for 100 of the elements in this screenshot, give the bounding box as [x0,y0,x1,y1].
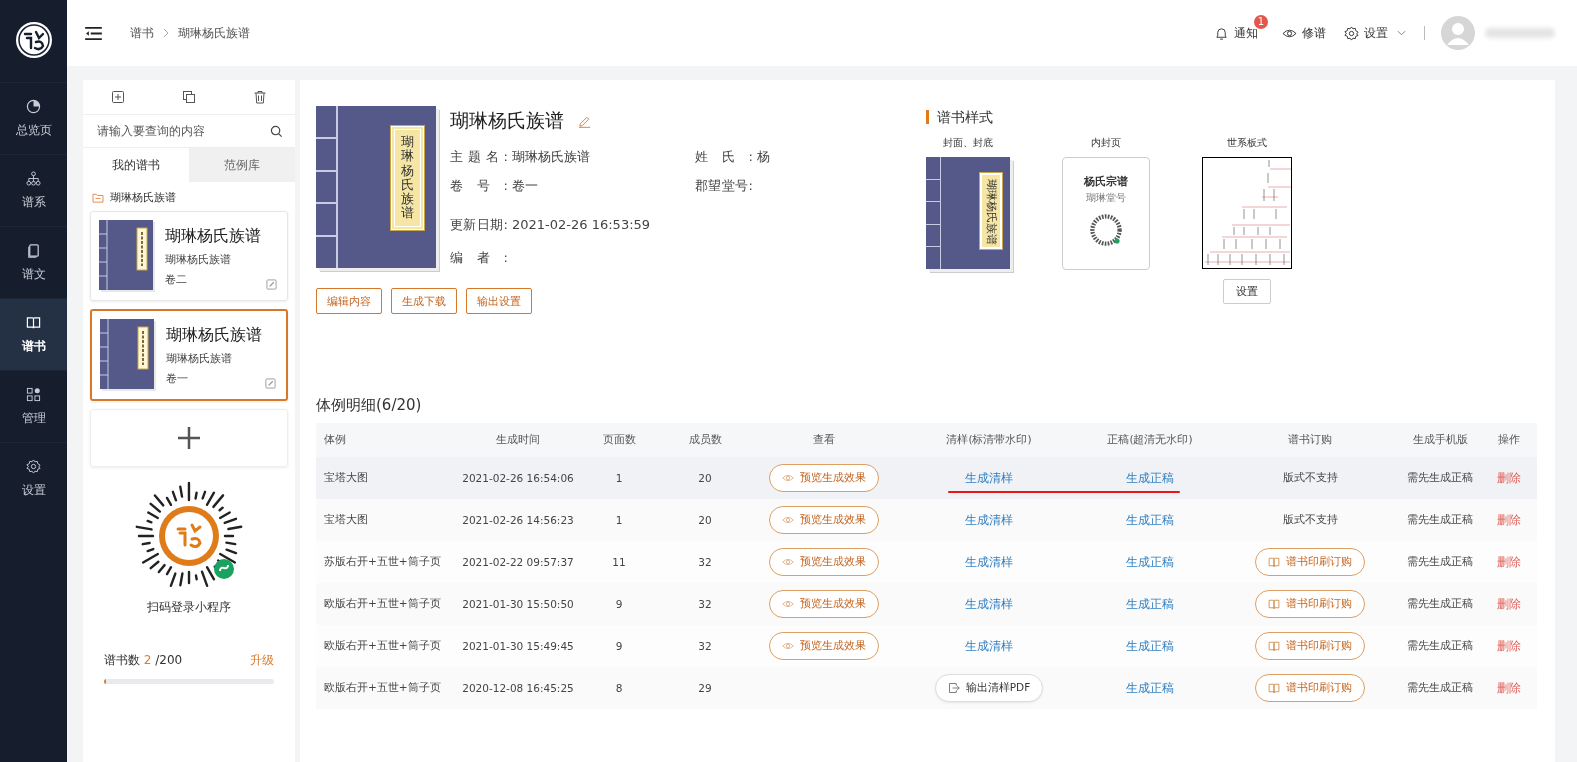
preview-button[interactable]: 预览生成效果 [769,464,879,492]
breadcrumb-current: 瑚琳杨氏族谱 [178,24,250,42]
book-icon [1268,640,1280,652]
style-label: 封面、封底 [943,136,993,150]
field-value: 瑚琳杨氏族谱 [512,147,590,166]
print-order-button[interactable]: 谱书印刷订购 [1255,632,1365,660]
search-icon [270,124,283,138]
generate-sample-link[interactable]: 生成清样 [965,637,1013,655]
add-file-icon[interactable] [111,90,126,104]
table-cell-text: 8 [614,682,624,694]
delete-link[interactable]: 删除 [1496,679,1521,697]
copy-icon[interactable] [182,90,196,104]
pie-chart-icon [26,98,41,114]
generate-sample-link[interactable]: 生成清样 [965,595,1013,613]
table-cell-text: 需先生成正稿 [1406,681,1474,695]
table-row[interactable]: 宝塔大图 2021-02-26 16:54:06 1 20 预览生成效果 生成清样 生成正稿 版式不支持 需先生成正稿 删除 [316,457,1537,499]
field-label: 编者: [450,248,508,267]
table-cell-text: 2020-12-08 16:45:25 [461,682,575,694]
preview-button[interactable]: 预览生成效果 [769,590,879,618]
generate-final-link[interactable]: 生成正稿 [1126,595,1174,613]
delete-link[interactable]: 删除 [1496,511,1521,529]
library-tab[interactable]: 范例库 [189,148,295,182]
generate-final-link[interactable]: 生成正稿 [1126,553,1174,571]
table-cell-text: 需先生成正稿 [1406,513,1474,527]
book-subtitle: 瑚琳杨氏族谱 [166,350,233,366]
logo-icon [13,20,54,60]
book-count: 谱书数 2 /200 [104,652,183,669]
table-cell-text: 2021-02-26 14:56:23 [461,514,575,526]
preview-button[interactable]: 预览生成效果 [769,548,879,576]
preview-button[interactable]: 预览生成效果 [769,632,879,660]
trash-icon[interactable] [252,90,267,104]
print-order-button[interactable]: 谱书印刷订购 [1255,674,1365,702]
generate-final-link[interactable]: 生成正稿 [1126,469,1174,487]
settings-dropdown[interactable]: 设置 [1344,24,1406,42]
table-row[interactable]: 欧版右开+五世+筒子页 2021-01-30 15:50:50 9 32 预览生成效果 生成清样 生成正稿 谱书印刷订购 需先生成正稿 删除 [316,583,1537,625]
upgrade-link[interactable]: 升级 [250,652,274,669]
table-cell-text: 32 [697,640,713,652]
settings-button[interactable]: 设置 [1223,279,1271,304]
table-cell-text: 20 [697,472,713,484]
inner-cover-heading: 杨氏宗谱 [1084,174,1128,189]
qr-caption: 扫码登录小程序 [146,599,232,616]
action-button[interactable]: 输出设置 [466,288,532,314]
book-card[interactable]: 瑚琳杨氏族谱 瑚琳杨氏族谱 卷一 [90,309,288,401]
inner-cover-preview[interactable]: 杨氏宗谱 瑚琳堂号 [1062,157,1150,270]
revise-button[interactable]: 修谱 [1282,24,1326,42]
hierarchy-icon [26,170,41,186]
table-cell-text: 需先生成正稿 [1406,555,1474,569]
generate-final-link[interactable]: 生成正稿 [1126,679,1174,697]
delete-link[interactable]: 删除 [1496,637,1521,655]
table-cell-text: 需先生成正稿 [1406,471,1474,485]
delete-link[interactable]: 删除 [1496,553,1521,571]
export-pdf-button[interactable]: 输出清样PDF [934,674,1044,702]
eye-icon [782,556,794,568]
edit-icon[interactable] [265,378,276,389]
chevron-right-icon [163,28,169,38]
book-card[interactable]: 瑚琳杨氏族谱 瑚琳杨氏族谱 卷二 [90,211,288,301]
book-subtitle: 瑚琳杨氏族谱 [165,251,232,267]
edit-icon[interactable] [266,279,277,290]
family-tree-drawing[interactable] [1202,157,1292,269]
column-header: 体例 [323,433,347,447]
book-icon [1268,598,1280,610]
table-cell-text: 9 [614,598,624,610]
field-value: 杨 [757,147,770,166]
column-header: 生成手机版 [1411,433,1469,447]
table-cell-text: 29 [697,682,713,694]
generate-final-link[interactable]: 生成正稿 [1126,511,1174,529]
book-volume: 卷二 [165,271,188,287]
breadcrumb-link[interactable]: 谱书 [130,24,154,42]
book-volume: 卷一 [166,370,189,386]
generate-sample-link[interactable]: 生成清样 [965,511,1013,529]
column-header: 清样(标清带水印) [945,433,1033,447]
delete-link[interactable]: 删除 [1496,595,1521,613]
settings-icon [1344,25,1359,41]
delete-link[interactable]: 删除 [1496,469,1521,487]
table-cell-text: 宝塔大图 [323,471,369,485]
folder-icon [92,192,104,203]
menu-icon[interactable] [85,26,102,40]
table-row[interactable]: 欧版右开+五世+筒子页 2020-12-08 16:45:25 8 29 输出清样PDF 生成正稿 谱书印刷订购 需先生成正稿 删除 [316,667,1537,709]
column-header: 正稿(超清无水印) [1106,433,1194,447]
table-cell-text: 2021-02-26 16:54:06 [461,472,575,484]
print-order-button[interactable]: 谱书印刷订购 [1255,548,1365,576]
generate-sample-link[interactable]: 生成清样 [965,553,1013,571]
print-order-button[interactable]: 谱书印刷订购 [1255,590,1365,618]
table-cell-text: 苏版右开+五世+筒子页 [323,555,442,569]
table-cell-text: 32 [697,598,713,610]
table-cell-text: 欧版右开+五世+筒子页 [323,639,442,653]
action-button[interactable]: 生成下载 [391,288,457,314]
generate-sample-link[interactable]: 生成清样 [965,469,1013,487]
table-row[interactable]: 宝塔大图 2021-02-26 14:56:23 1 20 预览生成效果 生成清样 生成正稿 版式不支持 需先生成正稿 删除 [316,499,1537,541]
table-cell-text: 20 [697,514,713,526]
table-cell-text: 1 [614,514,624,526]
action-button[interactable]: 编辑内容 [316,288,382,314]
column-header: 操作 [1496,433,1521,447]
preview-button[interactable]: 预览生成效果 [769,506,879,534]
book-icon [26,314,41,330]
generate-final-link[interactable]: 生成正稿 [1126,637,1174,655]
nav-item[interactable]: 谱书 [0,298,67,370]
field-label: 卷号: [450,176,508,195]
field-value: 卷一 [512,176,538,195]
eye-icon [782,472,794,484]
